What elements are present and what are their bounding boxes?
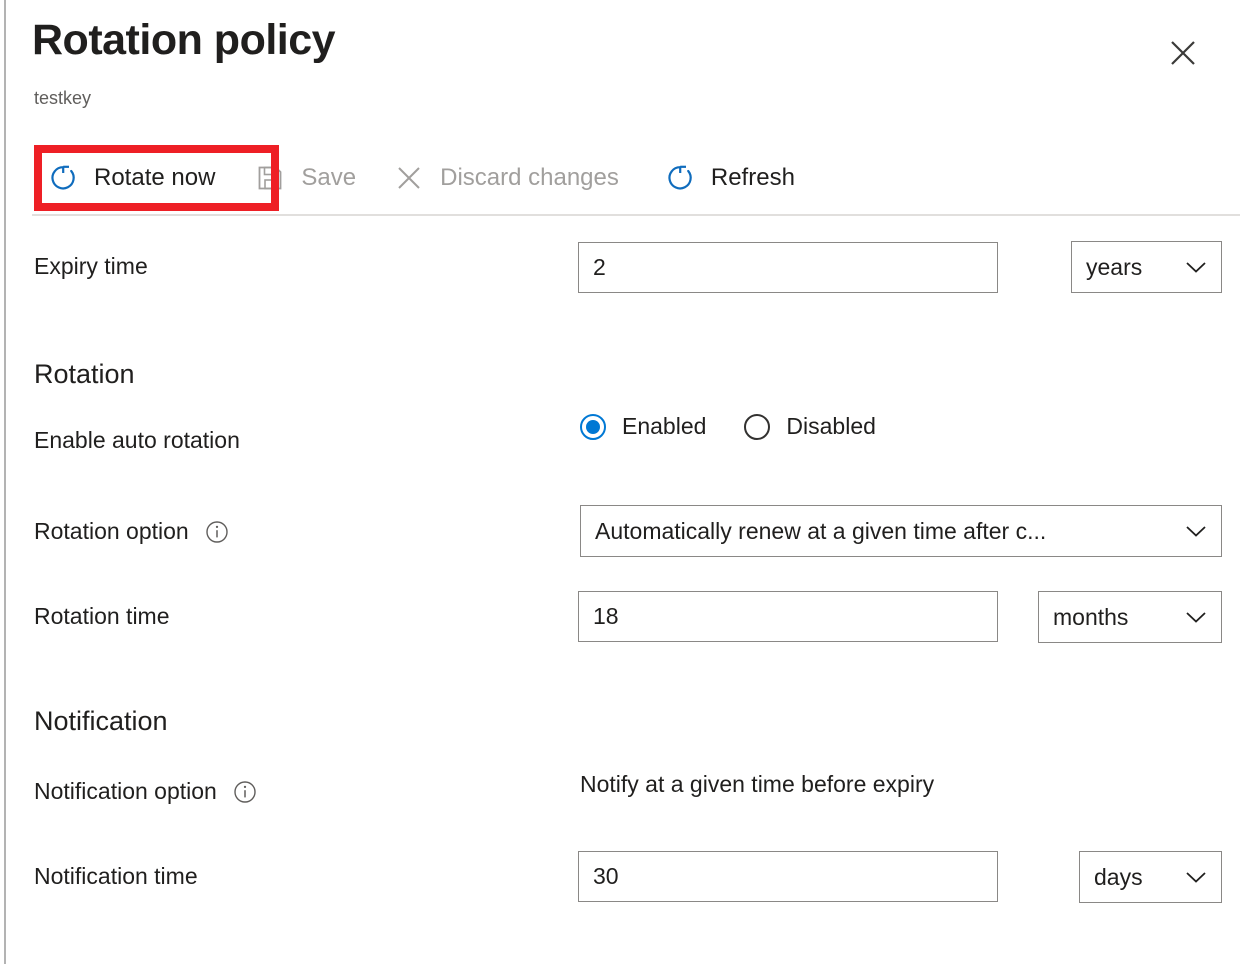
expiry-time-unit-dropdown[interactable]: years [1071,241,1222,293]
notification-option-value: Notify at a given time before expiry [580,771,934,798]
chevron-down-icon [1185,610,1207,624]
rotation-option-value: Automatically renew at a given time afte… [595,518,1171,545]
page-title: Rotation policy [32,17,335,64]
radio-enabled-label: Enabled [622,413,706,440]
radio-disabled-label: Disabled [786,413,876,440]
refresh-label: Refresh [711,164,795,192]
page-subtitle: testkey [34,88,91,109]
rotate-icon [46,161,80,195]
close-button[interactable] [1166,38,1200,72]
radio-enabled[interactable]: Enabled [580,413,706,440]
rotate-now-button[interactable]: Rotate now [36,153,225,203]
notification-option-label: Notification option [34,778,257,805]
radio-disabled[interactable]: Disabled [744,413,876,440]
info-icon[interactable] [205,520,229,544]
save-button[interactable]: Save [243,153,366,203]
expiry-time-unit-value: years [1086,254,1171,281]
chevron-down-icon [1185,260,1207,274]
enable-auto-rotation-label: Enable auto rotation [34,427,240,454]
radio-disabled-mark [744,414,770,440]
discard-changes-button[interactable]: Discard changes [382,153,629,203]
toolbar-divider [32,214,1240,216]
command-toolbar: Rotate now Save Discard changes [6,146,1240,210]
discard-changes-label: Discard changes [440,164,619,192]
rotation-policy-blade: Rotation policy testkey Rotate now [6,0,1240,964]
expiry-time-input[interactable]: 2 [578,242,998,293]
rotation-time-unit-value: months [1053,604,1171,631]
blade-header: Rotation policy testkey [6,0,1240,140]
rotation-option-dropdown[interactable]: Automatically renew at a given time afte… [580,505,1222,557]
rotation-section-heading: Rotation [34,359,135,390]
notification-option-label-text: Notification option [34,778,217,805]
notification-time-label: Notification time [34,863,198,890]
rotation-option-label-text: Rotation option [34,518,189,545]
notification-section-heading: Notification [34,706,168,737]
expiry-time-label: Expiry time [34,253,148,280]
rotation-time-value: 18 [593,603,619,630]
rotation-time-label: Rotation time [34,603,170,630]
enable-auto-rotation-radio-group: Enabled Disabled [580,413,876,440]
rotate-now-label: Rotate now [94,164,215,192]
radio-enabled-mark [580,414,606,440]
rotation-time-unit-dropdown[interactable]: months [1038,591,1222,643]
close-icon [1168,38,1198,73]
refresh-icon [663,161,697,195]
info-icon[interactable] [233,780,257,804]
rotation-option-label: Rotation option [34,518,229,545]
notification-time-input[interactable]: 30 [578,851,998,902]
save-label: Save [301,164,356,192]
chevron-down-icon [1185,524,1207,538]
notification-time-unit-value: days [1094,864,1171,891]
save-icon [253,161,287,195]
refresh-button[interactable]: Refresh [653,153,805,203]
chevron-down-icon [1185,870,1207,884]
notification-time-value: 30 [593,863,619,890]
expiry-time-value: 2 [593,254,606,281]
rotation-time-input[interactable]: 18 [578,591,998,642]
discard-icon [392,161,426,195]
notification-time-unit-dropdown[interactable]: days [1079,851,1222,903]
